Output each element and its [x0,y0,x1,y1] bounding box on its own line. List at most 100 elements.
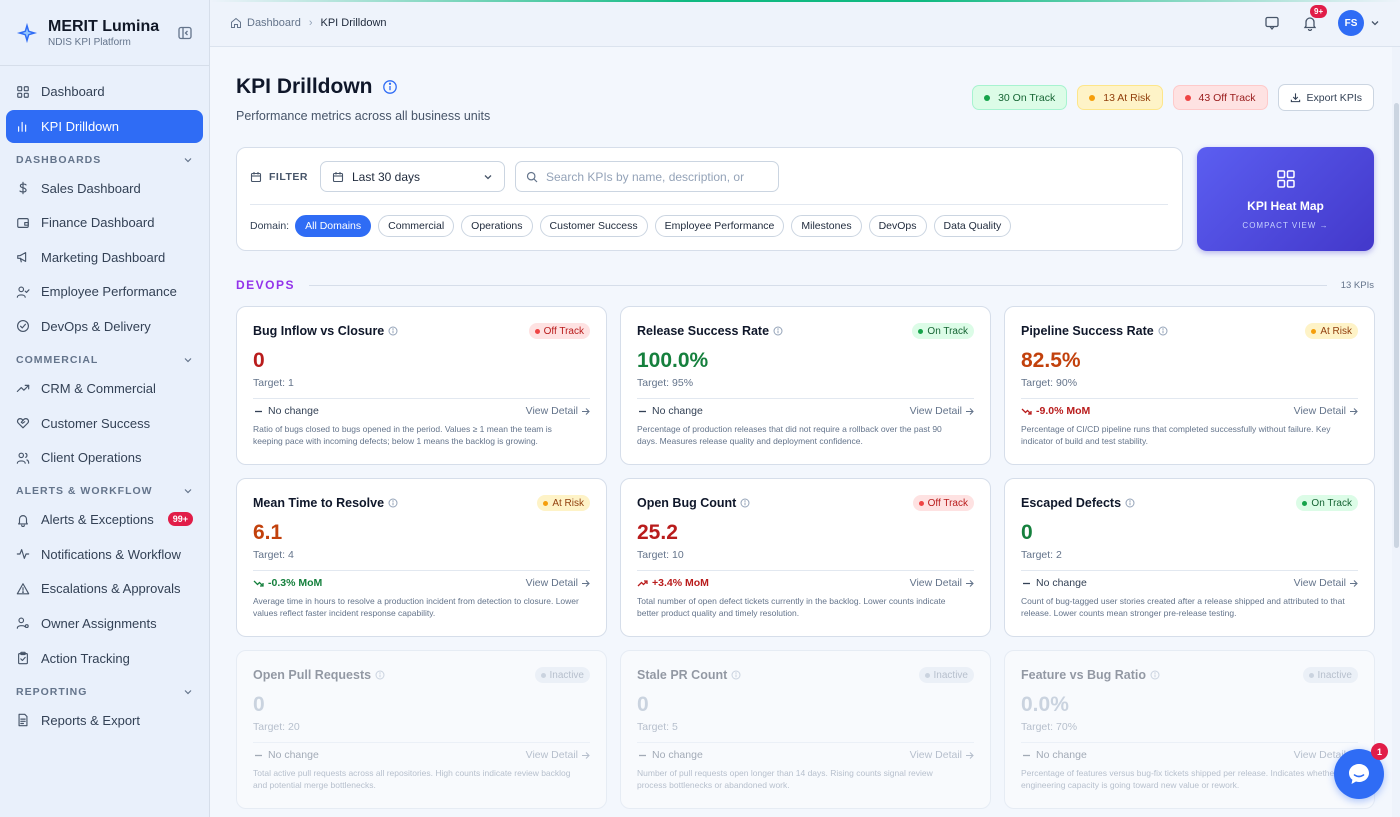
sidebar-item-reports-and-export[interactable]: Reports & Export [6,704,203,737]
sidebar-item-devops-and-delivery[interactable]: DevOps & Delivery [6,310,203,343]
trending-up-icon [16,385,30,393]
sidebar-section-commercial[interactable]: COMMERCIAL [0,348,209,372]
sidebar-item-escalations-and-approvals[interactable]: Escalations & Approvals [6,572,203,605]
info-icon[interactable] [1158,326,1168,336]
kpi-trend: No change [1021,749,1087,761]
kpi-card-feature-vs-bug-ratio[interactable]: Feature vs Bug Ratio Inactive 0.0% Target: … [1004,650,1375,809]
arrow-right-icon [582,407,590,415]
domain-chip-employee-performance[interactable]: Employee Performance [654,215,785,237]
sidebar-item-dashboard[interactable]: Dashboard [6,75,203,108]
sidebar-section-dashboards[interactable]: DASHBOARDS [0,148,209,172]
info-icon[interactable] [740,498,750,508]
kpi-title-row: Open Pull Requests [253,668,385,682]
kpi-heat-map-button[interactable]: KPI Heat Map COMPACT VIEW → [1197,147,1374,251]
sidebar-item-owner-assignments[interactable]: Owner Assignments [6,607,203,640]
info-icon[interactable] [388,498,398,508]
kpi-title-row: Pipeline Success Rate [1021,324,1168,338]
status-badge: Inactive [1302,667,1358,683]
sidebar-section-alerts-and-workflow[interactable]: ALERTS & WORKFLOW [0,479,209,503]
kpi-card-stale-pr-count[interactable]: Stale PR Count Inactive 0 Target: 5 No chang… [620,650,991,809]
info-icon[interactable] [731,670,741,680]
minus-icon [1023,754,1030,756]
kpi-card-open-bug-count[interactable]: Open Bug Count Off Track 25.2 Target: 10 +3.… [620,478,991,637]
sidebar-item-kpi-drilldown[interactable]: KPI Drilldown [6,109,203,143]
kpi-card-pipeline-success-rate[interactable]: Pipeline Success Rate At Risk 82.5% Target:… [1004,306,1375,465]
sidebar-item-finance-dashboard[interactable]: Finance Dashboard [6,206,203,239]
kpi-description: Average time in hours to resolve a produ… [253,596,579,618]
sidebar-item-label: Sales Dashboard [41,180,141,196]
sidebar-collapse-icon[interactable] [177,25,193,41]
breadcrumb-home[interactable]: Dashboard [247,17,301,29]
sidebar-item-client-operations[interactable]: Client Operations [6,441,203,474]
sidebar-item-sales-dashboard[interactable]: Sales Dashboard [6,172,203,205]
kpi-card-release-success-rate[interactable]: Release Success Rate On Track 100.0% Target… [620,306,991,465]
kpi-grid: Bug Inflow vs Closure Off Track 0 Target: 1… [236,306,1375,809]
chevron-down-icon[interactable] [1370,18,1380,28]
status-label: Inactive [1317,669,1352,681]
kpi-trend-label: No change [268,749,319,761]
message-icon[interactable] [1264,15,1280,31]
domain-chip-commercial[interactable]: Commercial [378,215,455,237]
kpi-card-mean-time-to-resolve[interactable]: Mean Time to Resolve At Risk 6.1 Target: 4 -… [236,478,607,637]
at-risk-pill[interactable]: 13 At Risk [1077,85,1163,110]
sidebar-item-customer-success[interactable]: Customer Success [6,407,203,440]
trending-down-icon [253,580,264,587]
search-box[interactable] [514,161,779,192]
off-track-pill[interactable]: 43 Off Track [1172,85,1268,110]
megaphone-icon [17,252,27,263]
view-detail-link[interactable]: View Detail [526,577,590,589]
domain-chip-milestones[interactable]: Milestones [791,215,862,237]
sidebar-item-notifications-and-workflow[interactable]: Notifications & Workflow [6,538,203,571]
home-icon[interactable] [230,17,242,29]
period-select[interactable]: Last 30 days [319,161,505,192]
sidebar-section-reporting[interactable]: REPORTING [0,680,209,704]
scrollbar-thumb[interactable] [1394,103,1399,548]
view-detail-link[interactable]: View Detail [526,749,590,761]
info-icon[interactable] [1125,498,1135,508]
status-dot-icon [540,672,546,678]
trending-down-icon [1021,408,1032,415]
domain-chip-customer-success[interactable]: Customer Success [539,215,648,237]
chat-button[interactable]: 1 [1334,743,1388,799]
sidebar-item-alerts-and-exceptions[interactable]: Alerts & Exceptions 99+ [6,503,203,536]
domain-chip-data-quality[interactable]: Data Quality [933,215,1012,237]
export-kpis-button[interactable]: Export KPIs [1277,84,1374,111]
kpi-description: Percentage of features versus bug-fix ti… [1021,768,1338,790]
kpi-card-bug-inflow-vs-closure[interactable]: Bug Inflow vs Closure Off Track 0 Target: 1… [236,306,607,465]
breadcrumb-separator: › [308,17,313,29]
info-icon[interactable] [382,79,398,95]
view-detail-link[interactable]: View Detail [910,577,974,589]
view-detail-link[interactable]: View Detail [1294,577,1358,589]
sidebar-item-marketing-dashboard[interactable]: Marketing Dashboard [6,241,203,274]
status-label: Inactive [549,669,584,681]
kpi-divider [253,742,590,743]
kpi-card-open-pull-requests[interactable]: Open Pull Requests Inactive 0 Target: 20 No … [236,650,607,809]
scrollbar[interactable] [1392,47,1400,817]
avatar[interactable]: FS [1338,10,1364,36]
sidebar-item-employee-performance[interactable]: Employee Performance [6,275,203,308]
breadcrumb-current: KPI Drilldown [320,17,387,29]
view-detail-link[interactable]: View Detail [910,749,974,761]
view-detail-link[interactable]: View Detail [526,405,590,417]
info-icon[interactable] [1150,670,1160,680]
domain-chip-devops[interactable]: DevOps [868,215,927,237]
info-icon[interactable] [773,326,783,336]
view-detail-link[interactable]: View Detail [1294,405,1358,417]
brand-subtitle: NDIS KPI Platform [48,36,131,48]
kpi-title: Feature vs Bug Ratio [1021,668,1147,682]
kpi-title-row: Escaped Defects [1021,496,1135,510]
status-badge: On Track [912,323,974,339]
on-track-pill[interactable]: 30 On Track [972,85,1068,110]
domain-chip-operations[interactable]: Operations [461,215,533,237]
sidebar-item-label: Dashboard [41,84,105,99]
kpi-card-escaped-defects[interactable]: Escaped Defects On Track 0 Target: 2 No chan… [1004,478,1375,637]
sidebar-item-crm-and-commercial[interactable]: CRM & Commercial [6,372,203,405]
notifications-button[interactable]: 9+ [1302,5,1328,32]
search-input[interactable] [545,169,768,184]
sidebar-item-action-tracking[interactable]: Action Tracking [6,642,203,675]
domain-chip-all-domains[interactable]: All Domains [295,215,372,237]
kpi-title: Pipeline Success Rate [1021,324,1154,338]
info-icon[interactable] [388,326,398,336]
view-detail-link[interactable]: View Detail [910,405,974,417]
info-icon[interactable] [375,670,385,680]
